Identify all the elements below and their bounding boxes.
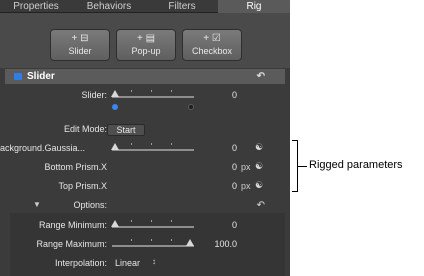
slider-track[interactable] (112, 96, 194, 98)
add-checkbox-icon: + ☑ (203, 33, 221, 44)
slider-tick (171, 90, 172, 92)
popup-arrows-icon[interactable]: ↕ (152, 257, 156, 266)
disclosure-triangle-icon[interactable]: ▼ (33, 200, 41, 209)
tab-rig[interactable]: Rig (218, 0, 290, 13)
rig-icon[interactable]: ☯ (255, 142, 265, 152)
slider-section-header[interactable]: Slider ↶ (5, 69, 285, 84)
add-checkbox-button[interactable]: + ☑ Checkbox (182, 29, 242, 61)
param-slider-knob[interactable] (111, 143, 119, 150)
param-slider-tick (171, 143, 172, 145)
add-popup-label: Pop-up (131, 46, 161, 56)
callout-label: Rigged parameters (309, 159, 403, 171)
widget-toolbar: + ⊟ Slider + ▤ Pop-up + ☑ Checkbox (0, 13, 290, 68)
range-end-handle[interactable] (188, 104, 194, 110)
options-label: Options: (73, 200, 107, 210)
tab-behaviors[interactable]: Behaviors (72, 0, 146, 13)
range-minimum-label: Range Minimum: (38, 220, 107, 230)
add-checkbox-label: Checkbox (191, 46, 233, 56)
range-start-handle[interactable] (112, 104, 118, 110)
add-slider-button[interactable]: + ⊟ Slider (50, 29, 110, 61)
range-max-tick (131, 239, 132, 241)
range-max-tick (151, 239, 152, 241)
rigged-param-row: Top Prism.X 0 px ☯ (5, 178, 285, 197)
interpolation-popup[interactable]: Linear (115, 258, 140, 268)
param-value[interactable]: 0 (215, 162, 237, 172)
interpolation-label: Interpolation: (54, 258, 107, 268)
range-min-tick (131, 220, 132, 222)
param-slider-tick (151, 143, 152, 145)
slider-value[interactable]: 0 (215, 90, 237, 100)
widget-color-icon (14, 73, 22, 80)
range-minimum-value[interactable]: 0 (215, 220, 237, 230)
range-max-track[interactable] (112, 245, 194, 247)
param-value[interactable]: 0 (215, 181, 237, 191)
range-min-knob[interactable] (111, 220, 119, 227)
param-unit: px (241, 162, 251, 172)
add-slider-icon: + ⊟ (71, 33, 89, 44)
interpolation-row: Interpolation: Linear ↕ (5, 255, 285, 274)
range-maximum-label: Range Maximum: (36, 239, 107, 249)
reset-icon[interactable]: ↶ (257, 69, 265, 84)
param-slider-tick (131, 143, 132, 145)
slider-row: Slider: 0 (5, 87, 285, 113)
range-min-tick (151, 220, 152, 222)
bracket-leader-line (297, 166, 307, 167)
add-popup-button[interactable]: + ▤ Pop-up (116, 29, 176, 61)
tab-properties[interactable]: Properties (0, 0, 72, 13)
rigged-param-row: Background.Gaussia... 0 ☯ (0, 140, 285, 159)
param-value[interactable]: 0 (215, 143, 237, 153)
slider-tick (151, 90, 152, 92)
range-min-tick (171, 220, 172, 222)
range-min-track[interactable] (112, 226, 194, 228)
add-popup-icon: + ▤ (136, 33, 156, 44)
range-maximum-value[interactable]: 100.0 (201, 239, 237, 249)
param-label: Background.Gaussia... (0, 143, 85, 153)
start-button[interactable]: Start (107, 124, 145, 136)
range-max-tick (171, 239, 172, 241)
param-unit: px (241, 181, 251, 191)
param-label: Bottom Prism.X (44, 162, 107, 172)
param-label: Top Prism.X (58, 181, 107, 191)
inspector-panel: Properties Behaviors Filters Rig + ⊟ Sli… (0, 0, 290, 276)
options-reset-icon[interactable]: ↶ (257, 200, 265, 211)
param-slider-track[interactable] (112, 149, 194, 151)
range-max-knob[interactable] (186, 239, 194, 246)
rig-icon[interactable]: ☯ (255, 161, 265, 171)
range-minimum-row: Range Minimum: 0 (5, 217, 285, 236)
rig-icon[interactable]: ☯ (255, 180, 265, 190)
tab-bar: Properties Behaviors Filters Rig (0, 0, 290, 13)
section-title: Slider (27, 71, 55, 82)
slider-tick (131, 90, 132, 92)
tab-filters[interactable]: Filters (146, 0, 218, 13)
rigged-param-row: Bottom Prism.X 0 px ☯ (5, 159, 285, 178)
edit-mode-row: Edit Mode: Start (5, 121, 285, 140)
range-maximum-row: Range Maximum: 100.0 (5, 236, 285, 255)
slider-label: Slider: (81, 90, 107, 100)
add-slider-label: Slider (68, 46, 92, 56)
slider-knob[interactable] (111, 90, 119, 97)
edit-mode-label: Edit Mode: (63, 124, 107, 134)
